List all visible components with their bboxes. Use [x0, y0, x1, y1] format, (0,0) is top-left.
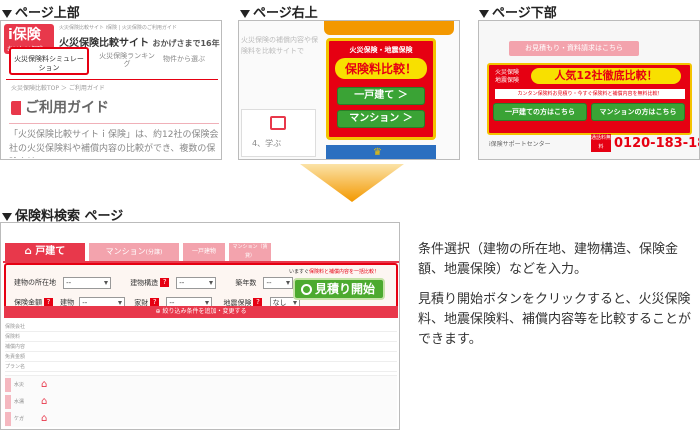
house-icon: ⌂: [41, 396, 48, 407]
compare-title: 保険料比較！: [335, 58, 427, 79]
guide-icon: [11, 101, 21, 115]
title-divider: [9, 123, 219, 124]
nav-property[interactable]: 物件から選ぶ: [163, 54, 205, 64]
estimate-request-button[interactable]: お見積もり・資料請求はこちら: [509, 41, 639, 56]
compare-banner[interactable]: 火災保険・地震保険 保険料比較！ 一戸建て ＞ マンション ＞: [326, 38, 436, 140]
table-row: 保険会社: [5, 323, 397, 332]
description-compare: 見積り開始ボタンをクリックすると、火災保険料、地震保険料、補償内容等を比較するこ…: [418, 292, 692, 347]
table-row: 免責金額: [5, 353, 397, 362]
plan-rows: 水災 水濡 ケガ ⌂ ⌂ ⌂: [5, 375, 397, 427]
table-row: 保険料: [5, 333, 397, 342]
screenshot-page-upper-right: 火災保険の補償内容や保 険料を比較サイトで 4、学ぶ 火災保険・地震保険 保険料…: [238, 20, 460, 160]
bottom-compare-banner[interactable]: 火災保険 地震保険 人気12社徹底比較！ カンタン保険料お見積り・今すぐ保険料と補…: [487, 63, 692, 135]
step-card: 4、学ぶ: [241, 109, 316, 157]
structure-select[interactable]: --: [176, 276, 217, 289]
nav-ranking[interactable]: 火災保険ランキング: [96, 52, 158, 68]
table-row: 補償内容: [5, 343, 397, 352]
triangle-down-icon: [479, 9, 489, 18]
caption-page-bottom: ページ下部: [479, 2, 557, 21]
bottom-mansion-button[interactable]: マンションの方はこちら: [591, 103, 685, 121]
add-condition-button[interactable]: ⊕ 絞り込み条件を追加・変更する: [4, 306, 398, 318]
down-arrow-icon: [300, 164, 404, 202]
screenshot-page-bottom: お見積もり・資料請求はこちら 火災保険 地震保険 人気12社徹底比較！ カンタン保…: [478, 20, 700, 160]
book-icon: [270, 116, 286, 130]
tab-house[interactable]: ⌂ 戸建て: [5, 243, 85, 261]
house-button[interactable]: 一戸建て ＞: [337, 87, 425, 105]
nav-divider: [6, 79, 218, 80]
search-form: 建物の所在地 -- 建物構造? -- 築年数 -- 保険金額? 建物 -- 家財…: [4, 263, 398, 318]
house-icon: ⌂: [41, 413, 48, 424]
table-row: プラン名: [5, 363, 397, 372]
caption-page-upper-right: ページ右上: [240, 2, 318, 21]
description-input: 条件選択（建物の所在地、建物構造、保険金額、地震保険）などを入力。: [418, 242, 679, 277]
location-select[interactable]: --: [63, 276, 112, 289]
plan-marker: [5, 395, 11, 409]
phone-number[interactable]: 0120-183-183: [614, 136, 699, 151]
free-dial-badge: 通話料無料: [591, 134, 612, 152]
magnifier-icon: [301, 284, 312, 295]
bottom-house-button[interactable]: 一戸建ての方はこちら: [493, 103, 587, 121]
house-icon: ⌂: [41, 379, 48, 390]
triangle-down-icon: [2, 212, 12, 221]
tab-mansion[interactable]: マンション(分譲): [89, 243, 179, 261]
plan-marker: [5, 412, 11, 426]
page-title: ご利用ガイド: [11, 97, 109, 117]
nav-simulation[interactable]: 火災保険料シミュレーション: [9, 47, 89, 75]
blue-banner: ♛: [326, 145, 436, 159]
header-banner: [324, 21, 454, 35]
mansion-button[interactable]: マンション ＞: [337, 110, 425, 128]
plan-marker: [5, 378, 11, 392]
caption-page-top: ページ上部: [2, 2, 80, 21]
crown-icon: ♛: [373, 147, 382, 158]
triangle-down-icon: [240, 9, 250, 18]
estimate-start-button[interactable]: 見積り開始: [293, 278, 385, 300]
guide-text: 「火災保険比較サイトｉ保険」は、約12社の保険会社の火災保険料や補償内容の比較が…: [9, 130, 219, 154]
triangle-down-icon: [2, 9, 12, 18]
breadcrumb: 火災保険比較TOP ＞ ご利用ガイド: [11, 85, 105, 92]
screenshot-search-page: ⌂ 戸建て マンション(分譲) 一戸建物 マンション（賃貸） 建物の所在地 --…: [0, 222, 400, 430]
screenshot-page-top: i保険 おいしい保険 火災保険比較サイト i保険 | 火災保険のご利用ガイド 火…: [0, 20, 222, 160]
tab-3[interactable]: 一戸建物: [183, 243, 225, 261]
tab-4[interactable]: マンション（賃貸）: [229, 243, 271, 261]
bottom-compare-title: 人気12社徹底比較！: [531, 68, 681, 84]
age-select[interactable]: --: [263, 276, 294, 289]
help-icon[interactable]: ?: [160, 278, 170, 287]
